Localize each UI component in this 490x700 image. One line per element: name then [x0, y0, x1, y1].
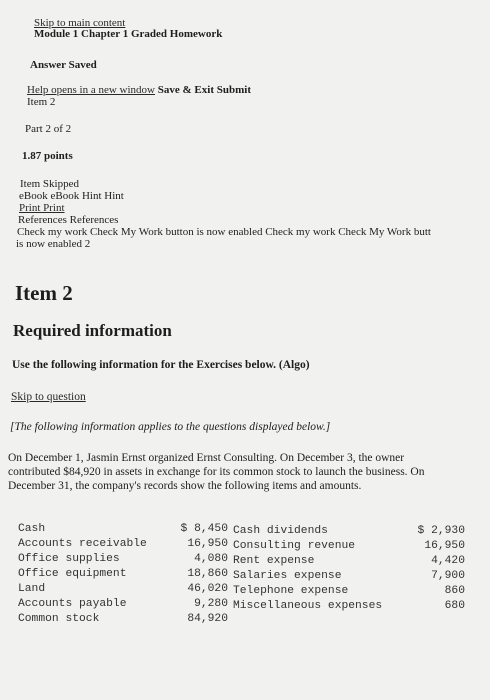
account-label: Cash dividends — [233, 525, 328, 537]
account-label: Rent expense — [233, 555, 315, 567]
scenario-line-3: December 31, the company's records show … — [8, 480, 362, 492]
account-label: Miscellaneous expenses — [233, 600, 383, 612]
account-amount: 9,280 — [194, 598, 228, 610]
table-row: Office supplies 4,080 — [18, 552, 228, 567]
account-label: Office supplies — [18, 553, 120, 565]
account-label: Accounts receivable — [18, 538, 147, 550]
account-amount: 680 — [444, 600, 465, 612]
submit-button[interactable]: Submit — [217, 84, 251, 96]
item-indicator: Item 2 — [27, 96, 56, 108]
applies-note: [The following information applies to th… — [10, 421, 331, 433]
account-amount: 16,950 — [187, 538, 228, 550]
account-amount: 46,020 — [187, 583, 228, 595]
account-label: Salaries expense — [233, 570, 342, 582]
scenario-text: On December 1, Jasmin Ernst organized Er… — [8, 451, 488, 493]
account-label: Land — [18, 583, 46, 595]
account-amount: $ 8,450 — [180, 523, 228, 535]
account-label: Accounts payable — [18, 598, 127, 610]
account-amount: 7,900 — [431, 570, 465, 582]
table-row: Salaries expense 7,900 — [233, 569, 465, 584]
save-exit-button[interactable]: Save & Exit — [158, 84, 214, 96]
table-row: Telephone expense 860 — [233, 584, 465, 599]
hint-button[interactable]: Hint Hint — [82, 190, 124, 202]
table-row: Rent expense 4,420 — [233, 554, 465, 569]
required-info-heading: Required information — [13, 321, 172, 340]
accounts-table-left: Cash $ 8,450 Accounts receivable 16,950 Of… — [18, 522, 228, 627]
account-amount: 4,080 — [194, 553, 228, 565]
table-row: Cash dividends $ 2,930 — [233, 524, 465, 539]
scenario-line-1: On December 1, Jasmin Ernst organized Er… — [8, 452, 405, 464]
account-amount: $ 2,930 — [417, 525, 465, 537]
answer-saved-status: Answer Saved — [30, 59, 97, 71]
ebook-button[interactable]: eBook eBook — [19, 190, 79, 202]
page: Skip to main content Module 1 Chapter 1 … — [0, 0, 490, 700]
account-label: Telephone expense — [233, 585, 349, 597]
help-link[interactable]: Help opens in a new window — [27, 84, 155, 96]
table-row: Consulting revenue 16,950 — [233, 539, 465, 554]
assignment-title: Module 1 Chapter 1 Graded Homework — [34, 28, 223, 40]
check-my-work-remaining: is now enabled 2 — [16, 238, 91, 250]
account-label: Cash — [18, 523, 46, 535]
table-row: Accounts payable 9,280 — [18, 597, 228, 612]
table-row: Land 46,020 — [18, 582, 228, 597]
accounts-table-right: Cash dividends $ 2,930 Consulting revenue… — [233, 524, 465, 614]
top-actions: Help opens in a new window Save & Exit S… — [27, 84, 251, 97]
table-row: Common stock 84,920 — [18, 612, 228, 627]
account-label: Office equipment — [18, 568, 127, 580]
account-label: Common stock — [18, 613, 100, 625]
account-amount: 860 — [444, 585, 465, 597]
points-value: 1.87 points — [22, 150, 73, 162]
skip-to-question-link[interactable]: Skip to question — [11, 390, 86, 404]
table-row: Office equipment 18,860 — [18, 567, 228, 582]
account-amount: 84,920 — [187, 613, 228, 625]
table-row: Miscellaneous expenses 680 — [233, 599, 465, 614]
item-heading: Item 2 — [15, 281, 73, 305]
account-amount: 18,860 — [187, 568, 228, 580]
account-amount: 16,950 — [424, 540, 465, 552]
table-row: Accounts receivable 16,950 — [18, 537, 228, 552]
table-row: Cash $ 8,450 — [18, 522, 228, 537]
account-label: Consulting revenue — [233, 540, 356, 552]
part-indicator: Part 2 of 2 — [25, 123, 72, 135]
instruction-text: Use the following information for the Ex… — [12, 359, 310, 371]
scenario-line-2: contributed $84,920 in assets in exchang… — [8, 466, 425, 478]
account-amount: 4,420 — [431, 555, 465, 567]
